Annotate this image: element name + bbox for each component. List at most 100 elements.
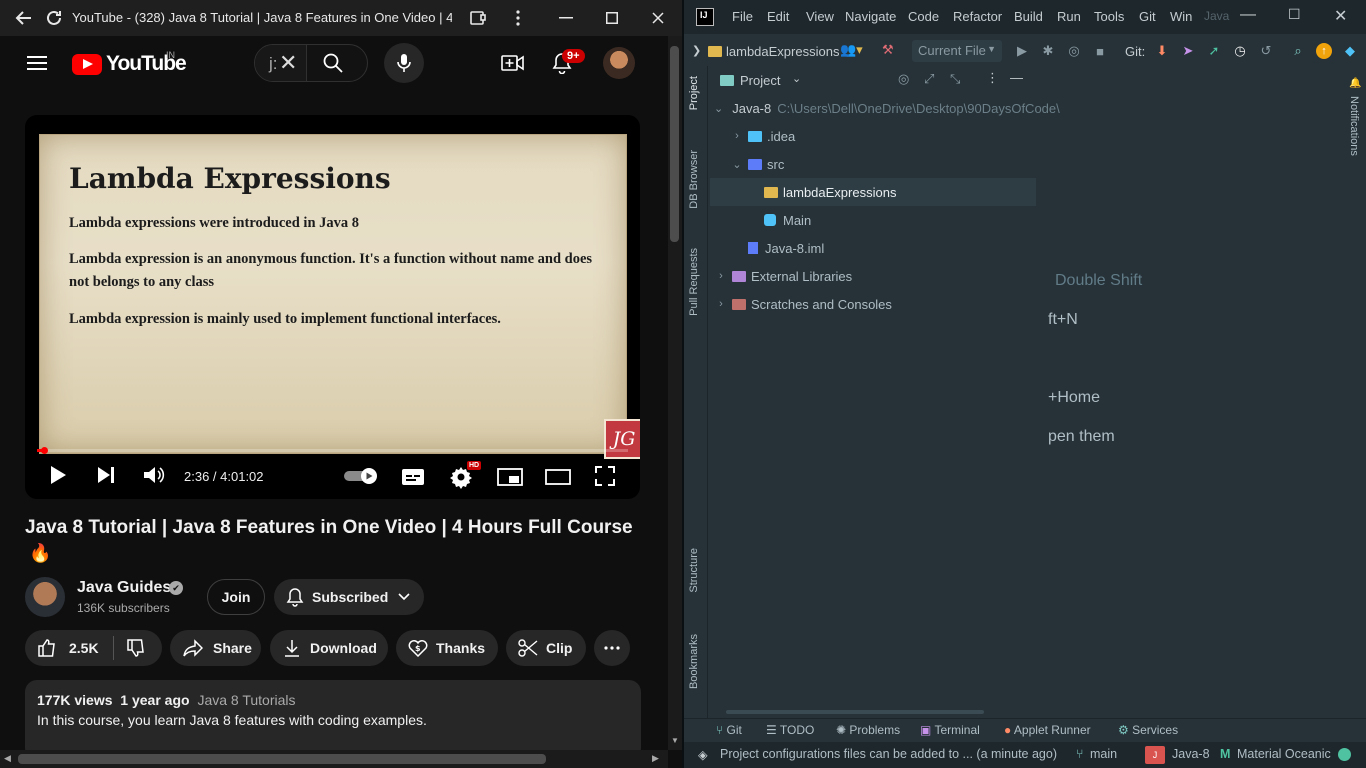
project-view-label[interactable]: Project bbox=[740, 73, 780, 88]
like-button[interactable] bbox=[37, 638, 57, 658]
bottom-tab-todo[interactable]: ☰ TODO bbox=[766, 723, 814, 737]
expanded-arrow-icon[interactable]: ⌄ bbox=[714, 102, 723, 115]
git-history-icon[interactable]: ◷ bbox=[1232, 43, 1248, 59]
tree-node-scratches[interactable]: › Scratches and Consoles bbox=[710, 290, 1050, 318]
nav-expand-icon[interactable]: ❯ bbox=[692, 44, 701, 57]
scroll-left-arrow-icon[interactable]: ◀ bbox=[4, 753, 11, 764]
close-icon[interactable] bbox=[646, 6, 670, 30]
extension-icon[interactable] bbox=[466, 6, 490, 30]
tree-node-java-8[interactable]: ⌄ Java-8 C:\Users\Dell\OneDrive\Desktop\… bbox=[710, 94, 1060, 122]
volume-icon[interactable] bbox=[143, 465, 165, 485]
tool-tab-structure[interactable]: Structure bbox=[688, 548, 700, 593]
ide-minimize-icon[interactable]: — bbox=[1240, 6, 1256, 24]
horizontal-scrollbar[interactable]: ◀ ▶ bbox=[0, 750, 668, 768]
collapsed-arrow-icon[interactable]: › bbox=[714, 298, 728, 310]
menu-tools[interactable]: Tools bbox=[1094, 9, 1124, 24]
subscribed-button[interactable]: Subscribed bbox=[274, 579, 424, 615]
search-input[interactable]: j: ✕ bbox=[255, 45, 307, 81]
status-indicator-icon[interactable] bbox=[1338, 748, 1351, 761]
more-menu-icon[interactable] bbox=[506, 6, 530, 30]
fullscreen-icon[interactable] bbox=[595, 466, 615, 486]
scroll-right-arrow-icon[interactable]: ▶ bbox=[652, 753, 659, 764]
search-box[interactable]: j: ✕ bbox=[254, 44, 368, 82]
search-icon[interactable] bbox=[323, 53, 343, 78]
bottom-tab-git[interactable]: ⑂ Git bbox=[716, 723, 742, 737]
panel-horizontal-scrollbar[interactable] bbox=[726, 710, 984, 714]
status-theme[interactable]: Material Oceanic bbox=[1237, 747, 1331, 761]
ide-close-icon[interactable]: ✕ bbox=[1334, 6, 1347, 26]
expanded-arrow-icon[interactable]: ⌄ bbox=[730, 158, 744, 171]
tool-tab-bookmarks[interactable]: Bookmarks bbox=[688, 634, 700, 689]
channel-avatar[interactable] bbox=[25, 577, 65, 617]
download-button[interactable]: Download bbox=[270, 630, 388, 666]
search-everywhere-icon[interactable]: ⌕ bbox=[1290, 43, 1306, 59]
menu-refactor[interactable]: Refactor bbox=[953, 9, 1002, 24]
reload-icon[interactable] bbox=[42, 6, 66, 30]
next-video-icon[interactable] bbox=[97, 466, 115, 484]
progress-bar[interactable] bbox=[37, 447, 628, 454]
miniplayer-icon[interactable] bbox=[497, 468, 523, 486]
menu-build[interactable]: Build bbox=[1014, 9, 1043, 24]
minimize-icon[interactable] bbox=[554, 6, 578, 30]
menu-code[interactable]: Code bbox=[908, 9, 939, 24]
status-layers-icon[interactable]: ◈ bbox=[698, 747, 708, 762]
tree-node-idea[interactable]: › .idea bbox=[710, 122, 1050, 150]
theater-mode-icon[interactable] bbox=[545, 468, 571, 486]
share-button[interactable]: Share bbox=[170, 630, 261, 666]
youtube-logo[interactable]: YouTube IN bbox=[72, 50, 187, 76]
collapsed-arrow-icon[interactable]: › bbox=[714, 270, 728, 282]
clip-button[interactable]: Clip bbox=[506, 630, 586, 666]
tool-tab-project[interactable]: Project bbox=[688, 76, 700, 110]
back-arrow-icon[interactable] bbox=[12, 6, 36, 30]
run-config-select[interactable]: Current File ▼ bbox=[912, 40, 1002, 62]
tool-tab-pull-requests[interactable]: Pull Requests bbox=[688, 248, 700, 316]
expand-all-icon[interactable]: ⤢ bbox=[924, 71, 934, 87]
hamburger-menu-icon[interactable] bbox=[26, 53, 48, 73]
project-view-dropdown-icon[interactable]: ⌄ bbox=[792, 72, 801, 85]
git-rollback-icon[interactable]: ↺ bbox=[1258, 43, 1274, 59]
scroll-down-arrow-icon[interactable]: ▼ bbox=[671, 736, 679, 745]
bottom-tab-applet-runner[interactable]: ● Applet Runner bbox=[1004, 723, 1091, 737]
breadcrumb-package[interactable]: lambdaExpressions bbox=[726, 44, 839, 59]
play-icon[interactable] bbox=[49, 465, 67, 485]
ide-maximize-icon[interactable]: ☐ bbox=[1288, 6, 1301, 23]
notifications-bell-icon[interactable]: 🔔 bbox=[1349, 78, 1361, 89]
user-profile-icon[interactable]: 👥▾ bbox=[840, 42, 863, 58]
dislike-icon[interactable] bbox=[126, 638, 146, 658]
tree-node-main[interactable]: Main bbox=[710, 206, 1050, 234]
locate-target-icon[interactable]: ◎ bbox=[898, 71, 909, 87]
horizontal-scroll-thumb[interactable] bbox=[18, 754, 546, 764]
git-update-icon[interactable]: ⬇ bbox=[1154, 43, 1170, 59]
vertical-scrollbar[interactable]: ▼ bbox=[668, 36, 682, 750]
tree-node-lambdaexpressions[interactable]: lambdaExpressions bbox=[710, 178, 1036, 206]
run-icon[interactable]: ▶ bbox=[1014, 43, 1030, 59]
channel-name[interactable]: Java Guides bbox=[77, 579, 171, 597]
plugin-icon[interactable]: ◆ bbox=[1342, 43, 1358, 59]
intellij-logo-icon[interactable]: IJ bbox=[696, 8, 714, 26]
bottom-tab-terminal[interactable]: ▣ Terminal bbox=[920, 723, 980, 737]
description-box[interactable]: 177K views 1 year ago Java 8 Tutorials I… bbox=[25, 680, 641, 760]
git-push-icon[interactable]: ➚ bbox=[1206, 43, 1222, 59]
create-video-icon[interactable] bbox=[500, 51, 526, 75]
menu-git[interactable]: Git bbox=[1139, 9, 1156, 24]
tree-node-iml[interactable]: Java-8.iml bbox=[710, 234, 1050, 262]
status-branch[interactable]: main bbox=[1090, 747, 1117, 761]
build-hammer-icon[interactable]: ⚒ bbox=[882, 42, 894, 58]
menu-file[interactable]: File bbox=[732, 9, 753, 24]
playlist-tag[interactable]: Java 8 Tutorials bbox=[197, 692, 295, 708]
options-kebab-icon[interactable]: ⋮ bbox=[986, 70, 999, 86]
collapsed-arrow-icon[interactable]: › bbox=[730, 130, 744, 142]
bottom-tab-problems[interactable]: ✺ Problems bbox=[836, 723, 900, 737]
tool-tab-notifications[interactable]: Notifications bbox=[1348, 96, 1360, 156]
git-commit-icon[interactable]: ➤ bbox=[1180, 43, 1196, 59]
menu-edit[interactable]: Edit bbox=[767, 9, 789, 24]
updates-icon[interactable]: ↑ bbox=[1316, 43, 1332, 59]
maximize-icon[interactable] bbox=[600, 6, 624, 30]
tool-tab-db-browser[interactable]: DB Browser bbox=[688, 150, 700, 209]
coverage-icon[interactable]: ◎ bbox=[1066, 43, 1082, 59]
status-project[interactable]: Java-8 bbox=[1172, 747, 1210, 761]
microphone-icon[interactable] bbox=[384, 43, 424, 83]
menu-window[interactable]: Win bbox=[1170, 9, 1192, 24]
more-actions-button[interactable] bbox=[594, 630, 630, 666]
menu-view[interactable]: View bbox=[806, 9, 834, 24]
